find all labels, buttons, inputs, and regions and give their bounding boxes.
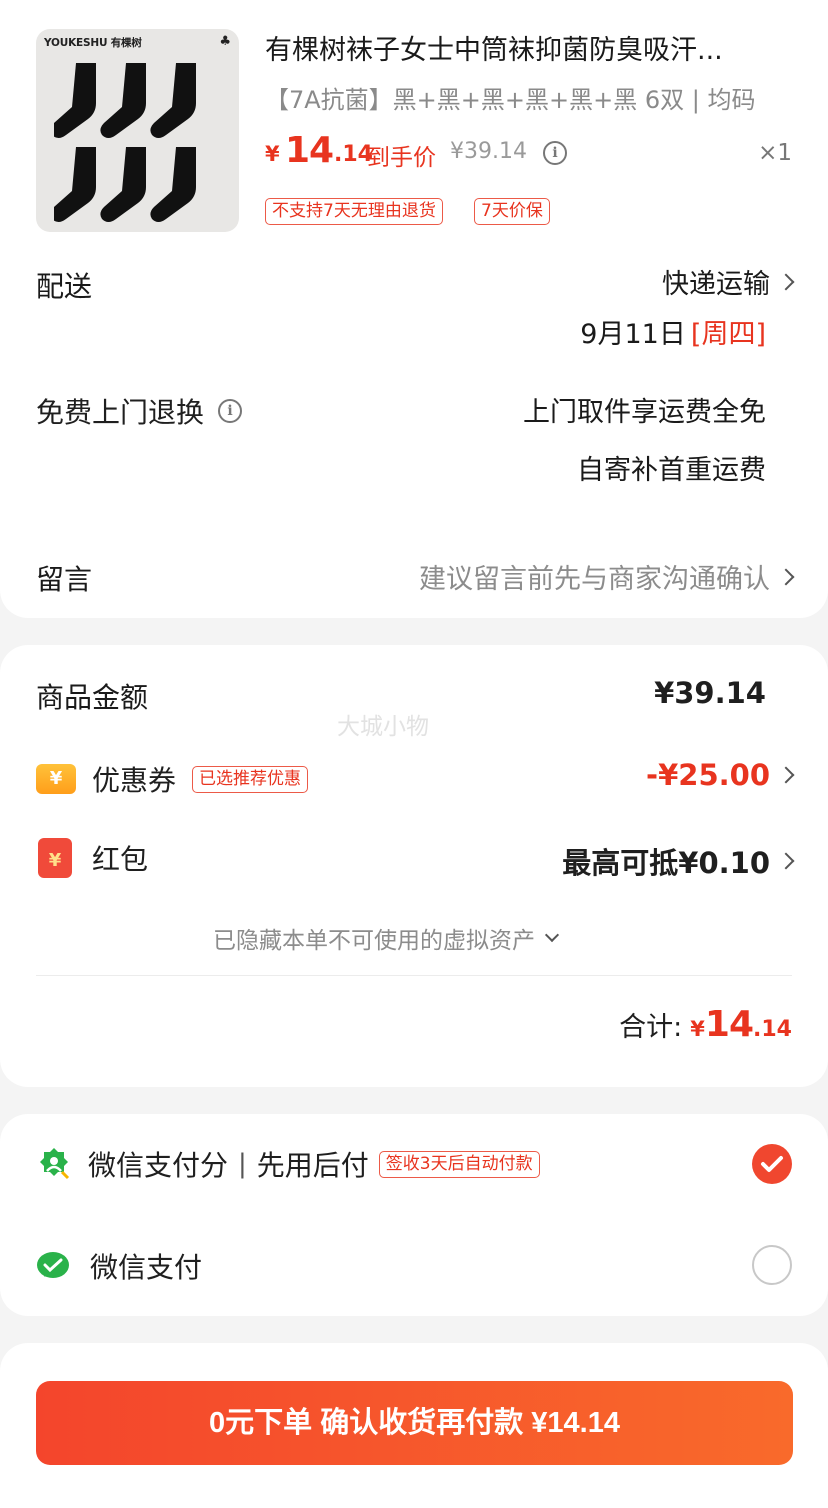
watermark-text: 大城小物	[337, 714, 429, 740]
original-price: ¥39.14	[450, 139, 527, 164]
price-info-icon[interactable]: i	[543, 141, 567, 165]
wechat-pay-radio[interactable]	[752, 1245, 792, 1285]
red-packet-value: 最高可抵¥0.10	[562, 846, 770, 880]
final-price-label: 到手价	[367, 145, 436, 171]
red-packet-icon: ¥	[38, 838, 72, 878]
delivery-method: 快递运输	[662, 269, 770, 300]
quantity: ×1	[758, 140, 792, 166]
pay-score-name: 微信支付分	[88, 1149, 229, 1182]
chevron-right-icon	[777, 766, 795, 784]
product-spec[interactable]: 【7A抗菌】黑+黑+黑+黑+黑+黑 6双 | 均码	[265, 80, 755, 115]
payment-option-wechat-pay[interactable]: 微信支付	[36, 1246, 202, 1286]
return-info-icon[interactable]: i	[218, 399, 243, 423]
pay-score-tag: 签收3天后自动付款	[378, 1150, 540, 1178]
pay-score-desc: 先用后付	[256, 1149, 369, 1182]
total-label: 合计:	[619, 1012, 683, 1043]
return-service-row: 免费上门退换 i	[36, 391, 243, 431]
message-label: 留言	[36, 563, 93, 596]
product-title[interactable]: 有棵树袜子女士中筒袜抑菌防臭吸汗...	[265, 28, 795, 67]
return-self-send-text: 自寄补首重运费	[577, 455, 766, 486]
message-field[interactable]: 建议留言前先与商家沟通确认	[419, 557, 795, 596]
chevron-right-icon	[777, 273, 795, 290]
no-return-tag: 不支持7天无理由退货	[265, 198, 443, 225]
summary-divider	[36, 975, 792, 976]
total-integer: 14	[704, 1004, 754, 1045]
order-item-card: YOUKESHU 有棵树 ♣ 有棵树袜子女士中筒袜抑菌防臭吸汗... 【7A抗菌…	[0, 0, 828, 618]
price-integer: 14	[285, 130, 334, 171]
coupon-recommend-tag: 已选推荐优惠	[192, 765, 309, 793]
return-service-label: 免费上门退换	[36, 396, 205, 429]
socks-image	[54, 63, 196, 222]
chevron-right-icon	[777, 852, 795, 870]
red-packet-label: 红包	[92, 843, 149, 876]
delivery-date-row: 9月11日 [周四]	[580, 312, 766, 351]
delivery-label: 配送	[36, 270, 93, 303]
wechat-pay-name: 微信支付	[90, 1251, 203, 1284]
red-packet-row[interactable]: ¥ 红包	[38, 838, 148, 878]
price-currency: ¥	[265, 142, 280, 166]
delivery-weekday: [周四]	[690, 319, 766, 350]
product-thumbnail[interactable]: YOUKESHU 有棵树 ♣	[36, 29, 239, 232]
message-placeholder: 建议留言前先与商家沟通确认	[419, 564, 770, 595]
pay-score-radio-checked[interactable]	[752, 1144, 792, 1184]
hidden-assets-toggle[interactable]: 已隐藏本单不可使用的虚拟资产	[213, 921, 560, 955]
coupon-label: 优惠券	[92, 764, 177, 797]
goods-amount: ¥39.14	[654, 676, 766, 710]
chevron-down-icon	[544, 927, 560, 943]
coupon-icon: ¥	[36, 764, 76, 794]
red-packet-value-row[interactable]: 最高可抵¥0.10	[562, 840, 795, 882]
total-currency: ¥	[690, 1017, 705, 1041]
payment-option-wechat-pay-score[interactable]: 微信支付分 | 先用后付 签收3天后自动付款	[36, 1144, 540, 1184]
checkmark-icon	[761, 1156, 783, 1172]
goods-amount-label: 商品金额	[36, 681, 149, 714]
coupon-amount-row[interactable]: -¥25.00	[646, 758, 795, 792]
brand-mark-icon: ♣	[219, 34, 231, 49]
pay-score-separator: |	[238, 1149, 247, 1179]
delivery-method-row[interactable]: 快递运输	[662, 262, 795, 301]
coupon-row[interactable]: ¥ 优惠券 已选推荐优惠	[36, 759, 309, 799]
submit-order-button[interactable]: 0元下单 确认收货再付款 ¥14.14	[36, 1381, 793, 1465]
coupon-amount: -¥25.00	[646, 758, 770, 792]
price-protect-tag: 7天价保	[474, 198, 550, 225]
hidden-assets-text: 已隐藏本单不可使用的虚拟资产	[213, 928, 535, 954]
total-row: 合计: ¥ 14 .14	[619, 1004, 792, 1045]
return-pickup-text: 上门取件享运费全免	[523, 397, 766, 428]
brand-logo-text: YOUKESHU 有棵树	[44, 37, 142, 49]
wechat-pay-icon	[37, 1252, 69, 1278]
wechat-pay-score-icon	[40, 1148, 70, 1180]
chevron-right-icon	[777, 568, 795, 585]
delivery-date: 9月11日	[580, 319, 686, 350]
total-decimal: .14	[753, 1017, 792, 1042]
